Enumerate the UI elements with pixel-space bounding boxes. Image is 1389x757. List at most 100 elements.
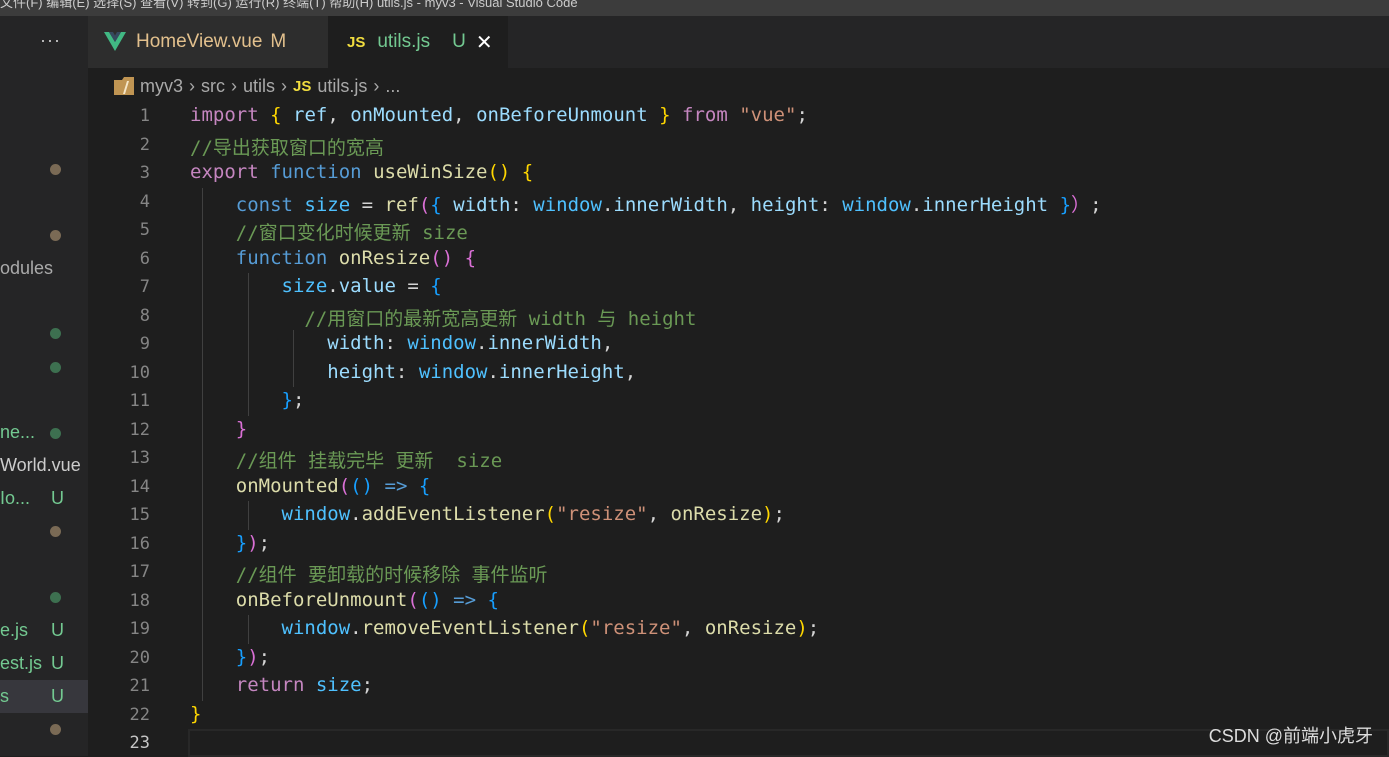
code-line[interactable]: size.value = { bbox=[190, 275, 442, 297]
code-line[interactable]: //组件 要卸载的时候移除 事件监听 bbox=[190, 560, 548, 587]
code-line[interactable]: return size; bbox=[190, 674, 373, 696]
indent-guide bbox=[247, 301, 249, 330]
code-token: //导出获取窗口的宽高 bbox=[190, 136, 384, 159]
tab-homeview[interactable]: HomeView.vue M bbox=[88, 16, 328, 68]
code-token: => bbox=[453, 588, 477, 611]
line-number: 9 bbox=[139, 334, 150, 354]
js-icon: JS bbox=[293, 77, 312, 95]
code-token: { bbox=[430, 275, 442, 297]
code-token: ) bbox=[247, 645, 259, 668]
code-token: } bbox=[1059, 193, 1072, 216]
breadcrumb-item[interactable]: utils.js bbox=[317, 76, 367, 97]
code-token: innerWidth bbox=[613, 193, 728, 216]
explorer-item[interactable]: Io... U bbox=[0, 482, 88, 515]
file-name: World.vue bbox=[0, 455, 81, 475]
code-token: function bbox=[235, 246, 328, 269]
explorer-item[interactable] bbox=[0, 350, 88, 383]
code-token: => bbox=[384, 474, 408, 497]
code-line[interactable]: //窗口变化时候更新 size bbox=[190, 218, 468, 245]
explorer-item[interactable] bbox=[0, 514, 88, 547]
code-line[interactable]: height: window.innerHeight, bbox=[190, 361, 636, 383]
explorer-item[interactable] bbox=[0, 218, 88, 251]
tab-utils[interactable]: JS utils.js U ✕ bbox=[328, 16, 508, 68]
untracked-badge: U bbox=[51, 620, 64, 640]
code-line[interactable]: import { ref, onMounted, onBeforeUnmount… bbox=[190, 104, 808, 126]
code-token: ) bbox=[762, 503, 774, 525]
breadcrumb-item[interactable]: myv3 bbox=[140, 76, 183, 97]
code-token: , bbox=[647, 503, 671, 525]
explorer-item[interactable] bbox=[0, 316, 88, 349]
code-token: . bbox=[601, 193, 614, 216]
code-token: , bbox=[727, 193, 751, 216]
explorer-item[interactable]: est.js U bbox=[0, 647, 88, 680]
file-name: odules bbox=[0, 258, 54, 278]
code-line[interactable]: window.removeEventListener("resize", onR… bbox=[190, 617, 820, 639]
code-token: innerHeight bbox=[922, 193, 1049, 216]
indent-guide bbox=[201, 444, 203, 473]
code-line[interactable]: function onResize() { bbox=[190, 247, 476, 269]
code-line[interactable]: width: window.innerWidth, bbox=[190, 332, 613, 354]
explorer-item[interactable] bbox=[0, 152, 88, 185]
indent-guide bbox=[201, 501, 203, 530]
explorer-item[interactable]: odules bbox=[0, 252, 88, 285]
explorer-item[interactable] bbox=[0, 712, 88, 745]
code-line[interactable]: //用窗口的最新宽高更新 width 与 height bbox=[190, 304, 696, 331]
explorer-item[interactable]: ne... bbox=[0, 416, 88, 449]
line-number: 12 bbox=[129, 419, 150, 440]
code-line[interactable]: onBeforeUnmount(() => { bbox=[190, 589, 499, 611]
explorer-item[interactable]: sU bbox=[0, 680, 88, 713]
close-icon[interactable]: ✕ bbox=[476, 30, 493, 55]
menu-bar-text[interactable]: 文件(F) 编辑(E) 选择(S) 查看(V) 转到(G) 运行(R) 终端(T… bbox=[0, 0, 578, 11]
indent-guide bbox=[201, 586, 203, 615]
code-token: import bbox=[190, 104, 259, 126]
modified-badge: M bbox=[270, 31, 287, 52]
code-token: onResize bbox=[670, 503, 763, 525]
code-token: ; bbox=[361, 674, 374, 696]
indent-guide bbox=[201, 558, 203, 587]
explorer-sidebar: ··· odules ne... World.vue Io... U e.js Uest.j… bbox=[0, 16, 88, 756]
menu-bar[interactable]: 文件(F) 编辑(E) 选择(S) 查看(V) 转到(G) 运行(R) 终端(T… bbox=[0, 0, 1389, 16]
code-token: onBeforeUnmount bbox=[235, 588, 408, 611]
code-line[interactable]: export function useWinSize() { bbox=[190, 161, 533, 183]
code-editor[interactable]: 1 import { ref, onMounted, onBeforeUnmoun… bbox=[88, 102, 1389, 757]
code-line[interactable]: //导出获取窗口的宽高 bbox=[190, 133, 384, 160]
code-line[interactable]: window.addEventListener("resize", onResi… bbox=[190, 503, 785, 525]
code-line[interactable]: } bbox=[190, 418, 247, 440]
code-line[interactable]: const size = ref({ width: window.innerWi… bbox=[190, 190, 1102, 217]
line-number: 2 bbox=[139, 134, 150, 155]
indent-guide bbox=[247, 501, 249, 530]
code-line[interactable]: //组件 挂载完毕 更新 size bbox=[190, 446, 502, 473]
explorer-item[interactable]: e.js U bbox=[0, 614, 88, 647]
breadcrumb-item[interactable]: utils bbox=[243, 76, 275, 97]
explorer-item[interactable] bbox=[0, 580, 88, 613]
breadcrumb-item[interactable]: src bbox=[201, 76, 225, 97]
code-line[interactable]: } bbox=[190, 703, 201, 725]
explorer-item[interactable]: World.vue bbox=[0, 449, 88, 482]
status-dot-icon bbox=[50, 362, 61, 373]
code-line[interactable]: onMounted(() => { bbox=[190, 474, 431, 497]
code-token: , bbox=[327, 104, 351, 126]
line-number: 5 bbox=[139, 220, 150, 240]
indent-guide bbox=[201, 358, 203, 387]
breadcrumb-item[interactable]: ... bbox=[385, 76, 400, 97]
indent-guide bbox=[201, 472, 203, 501]
more-actions-icon[interactable]: ··· bbox=[40, 30, 61, 51]
chevron-right-icon: › bbox=[231, 75, 238, 96]
